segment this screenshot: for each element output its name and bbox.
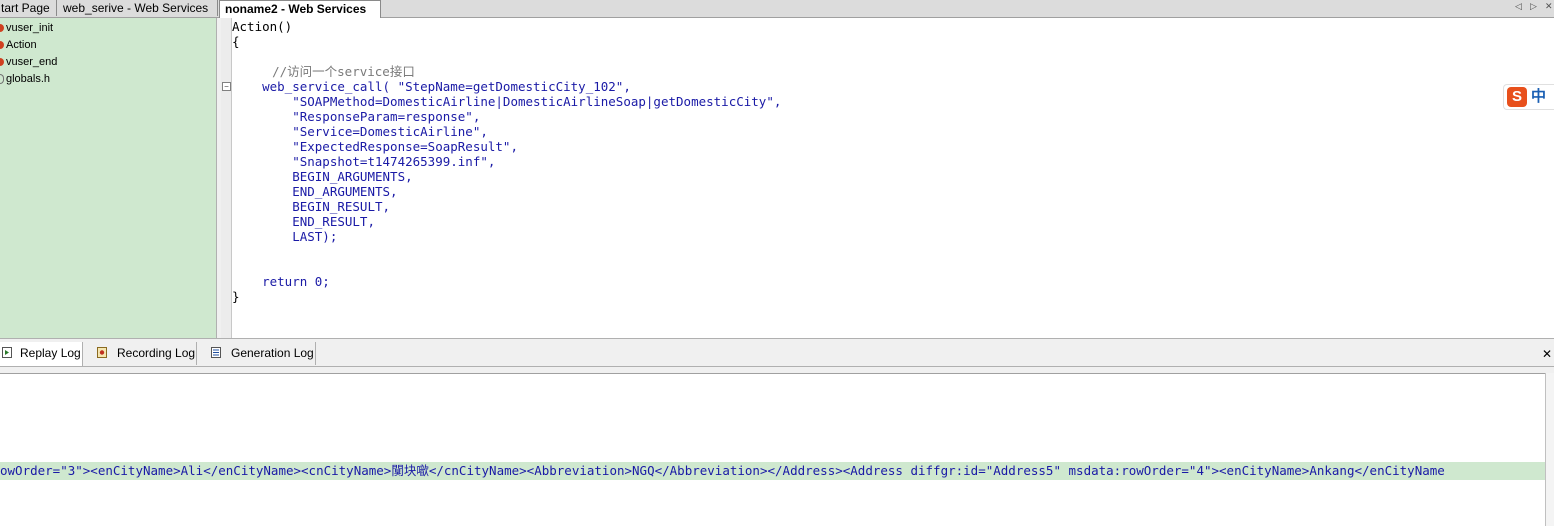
code-line: return 0; [232,274,330,289]
tree-item-label: vuser_end [6,56,58,68]
generation-log-icon [211,347,221,358]
code-line: BEGIN_ARGUMENTS, [232,169,413,184]
log-line-text: owOrder="3"><enCityName>Ali</enCityName>… [0,463,1445,478]
tab-label: Generation Log [231,346,314,360]
header-file-icon [0,74,4,85]
code-line: } [232,289,240,304]
code-line: Action() [232,19,293,34]
editor-gutter [221,18,232,338]
tab-scroll-left-icon[interactable]: ◁ [1515,1,1522,12]
script-tree: vuser_init Action vuser_end globals.h [0,18,216,338]
replay-log-output[interactable] [0,373,1545,527]
tab-label: Recording Log [117,346,196,360]
code-line: { [232,34,240,49]
ime-indicator[interactable]: S 中 [1503,84,1554,110]
code-line: "ResponseParam=response", [232,109,481,124]
script-file-icon [0,24,4,33]
code-line: "ExpectedResponse=SoapResult", [232,139,518,154]
tree-item-action[interactable]: Action [0,37,37,53]
log-vertical-scrollbar[interactable] [1545,373,1554,526]
tab-scroll-right-icon[interactable]: ▷ [1530,1,1537,12]
code-editor[interactable]: Action() { //访问一个service接口 web_service_c… [232,18,1554,338]
tree-item-label: globals.h [6,73,51,85]
close-panel-icon[interactable]: ✕ [1542,342,1552,366]
tree-item-vuser-end[interactable]: vuser_end [0,54,57,70]
tree-item-globals-h[interactable]: globals.h [0,71,50,87]
code-line: web_service_call( "StepName=getDomesticC… [232,79,631,94]
ime-language-label: 中 [1531,88,1547,105]
tab-noname2[interactable]: noname2 - Web Services [219,0,381,18]
code-line: "Service=DomesticAirline", [232,124,488,139]
code-line: BEGIN_RESULT, [232,199,391,214]
code-line: LAST); [232,229,338,244]
tree-item-vuser-init[interactable]: vuser_init [0,20,53,36]
sogou-ime-icon: S [1507,87,1527,107]
script-file-icon [0,41,4,50]
code-line: "SOAPMethod=DomesticAirline|DomesticAirl… [232,94,782,109]
fold-toggle-icon[interactable]: − [222,82,231,91]
tab-generation-log[interactable]: Generation Log [197,342,316,365]
tab-label: Replay Log [20,346,81,360]
code-line: END_ARGUMENTS, [232,184,398,199]
code-line: END_RESULT, [232,214,375,229]
tab-start-page[interactable]: tart Page [0,0,57,16]
recording-log-icon [97,347,107,358]
document-tab-bar: tart Page web_serive - Web Services nona… [0,0,1554,18]
log-selected-line[interactable]: owOrder="3"><enCityName>Ali</enCityName>… [0,462,1545,480]
tab-web-serive[interactable]: web_serive - Web Services [58,0,218,16]
code-line: "Snapshot=t1474265399.inf", [232,154,496,169]
tab-close-icon[interactable]: ✕ [1545,1,1553,12]
log-tab-bar: Replay Log Recording Log Generation Log … [0,342,1554,367]
replay-log-icon [2,347,12,358]
tree-item-label: vuser_init [6,22,54,34]
tree-item-label: Action [6,39,37,51]
tab-recording-log[interactable]: Recording Log [83,342,197,365]
tab-replay-log[interactable]: Replay Log [0,342,83,366]
script-file-icon [0,58,4,67]
code-comment: //访问一个service接口 [242,64,415,79]
